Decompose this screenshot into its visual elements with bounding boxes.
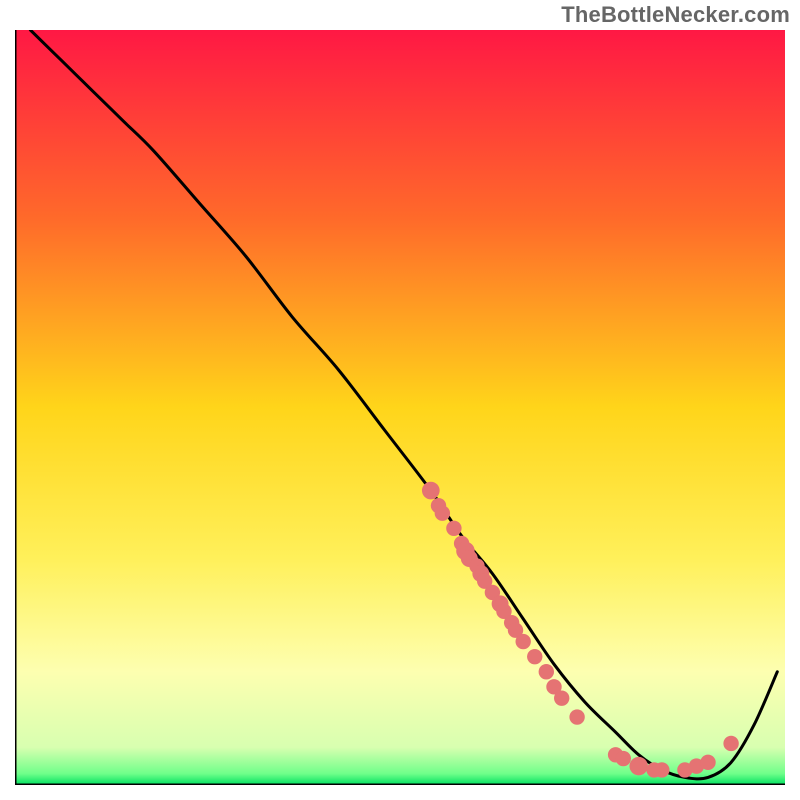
- data-dot: [629, 757, 647, 775]
- data-dot: [569, 709, 584, 724]
- bottleneck-chart: [15, 30, 785, 785]
- data-dot: [654, 762, 669, 777]
- data-dot: [446, 521, 461, 536]
- data-dot: [723, 736, 738, 751]
- data-dot: [700, 755, 715, 770]
- data-dot: [527, 649, 542, 664]
- plot-background: [15, 30, 785, 785]
- chart-stage: TheBottleNecker.com: [0, 0, 800, 800]
- data-dot: [539, 664, 554, 679]
- data-dot: [516, 634, 531, 649]
- data-dot: [616, 751, 631, 766]
- data-dot: [554, 690, 569, 705]
- data-dot: [422, 482, 440, 500]
- attribution-text: TheBottleNecker.com: [561, 2, 790, 28]
- data-dot: [435, 506, 450, 521]
